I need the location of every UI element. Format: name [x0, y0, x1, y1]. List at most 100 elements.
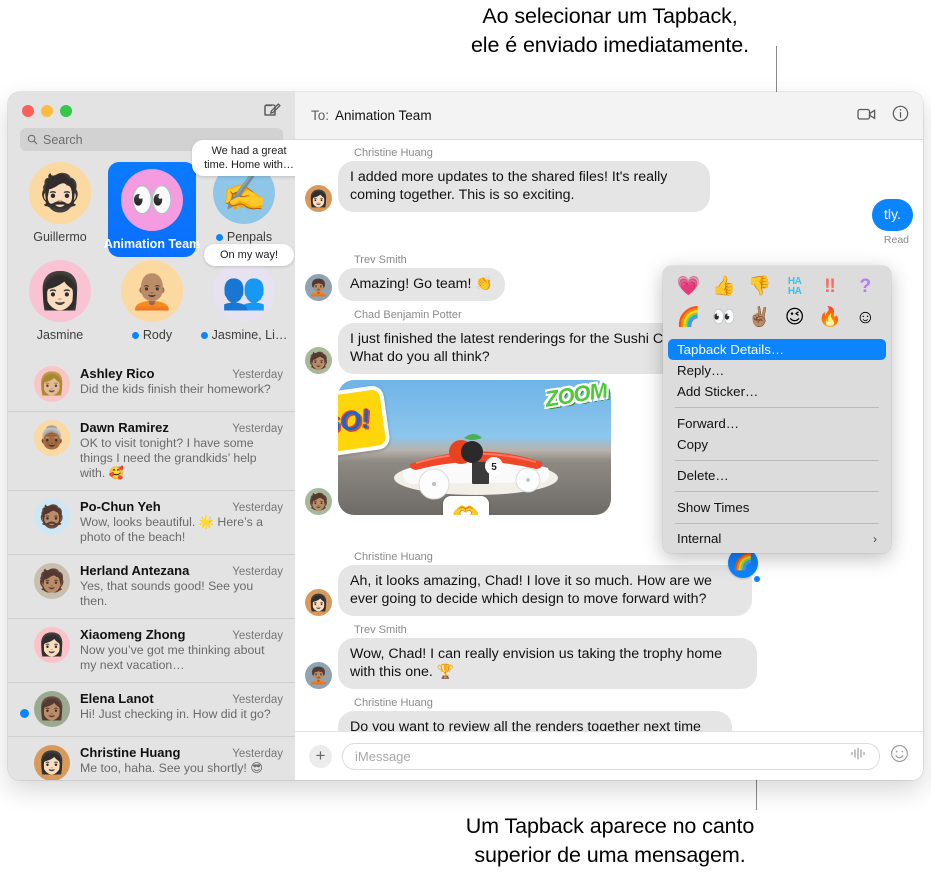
pinned-conversation-rody[interactable]: 🧑🏽‍🦲 Rody — [108, 260, 196, 342]
conversation-name: Dawn Ramirez — [80, 420, 169, 435]
unread-dot — [215, 233, 223, 241]
sticker-zoom[interactable]: ZOOM — [543, 380, 608, 413]
menu-item-delete[interactable]: Delete… — [663, 465, 891, 486]
pinned-conversation-label: Jasmine, Li… — [211, 328, 288, 342]
pinned-conversation-guillermo[interactable]: 🧔🏻 Guillermo — [16, 162, 104, 244]
conversation-list-item[interactable]: 👵🏾 Dawn Ramirez Yesterday OK to visit tonig… — [8, 412, 295, 491]
pinned-preview-bubble: On my way! — [204, 244, 294, 266]
search-icon — [27, 134, 38, 145]
menu-item-label: Delete… — [677, 468, 729, 483]
info-icon[interactable] — [892, 105, 909, 127]
conversation-name: Christine Huang — [80, 745, 181, 760]
tapback-question-icon[interactable]: ? — [852, 274, 878, 299]
tapback-fire-icon[interactable]: 🔥 — [817, 305, 843, 330]
menu-separator — [675, 491, 879, 492]
conversation-list-item[interactable]: 👩🏻 Xiaomeng Zhong Yesterday Now you’ve got … — [8, 619, 295, 683]
conversation-body: Christine Huang Yesterday Me too, haha. Se… — [80, 745, 283, 776]
menu-item-add-sticker[interactable]: Add Sticker… — [663, 381, 891, 402]
conversation-list-item[interactable]: 👩🏻 Christine Huang Yesterday Me too, haha. … — [8, 737, 295, 780]
conversation-snippet: OK to visit tonight? I have some things … — [80, 436, 257, 480]
menu-item-internal[interactable]: Internal › — [663, 528, 891, 549]
message-bubble[interactable]: Amazing! Go team! 👏 — [338, 268, 506, 301]
menu-item-label: Add Sticker… — [677, 384, 759, 399]
message: Christine Huang 👩🏻 Ah, it looks amazing, C… — [295, 548, 923, 616]
pinned-conversation-animation-team[interactable]: 👀 Animation Team — [104, 162, 200, 257]
minimize-window-button[interactable] — [41, 105, 53, 117]
tapback-wink-icon[interactable]: 😉 — [782, 305, 808, 330]
tapback-thumbs-up-icon[interactable]: 👍 — [711, 274, 737, 299]
add-attachment-button[interactable]: + — [309, 744, 332, 768]
message-input-bar: + iMessage — [295, 731, 923, 780]
photo-bubble[interactable]: 5 GO! ZOOM 🫶 — [338, 380, 611, 515]
maximize-window-button[interactable] — [60, 105, 72, 117]
conversation-header-row: Xiaomeng Zhong Yesterday — [80, 627, 283, 642]
menu-item-copy[interactable]: Copy — [663, 434, 891, 455]
emoji-smiley-icon[interactable] — [890, 744, 909, 768]
conversation-list-item[interactable]: 🧑🏽 Herland Antezana Yesterday Yes, that sou… — [8, 555, 295, 619]
tapback-context-menu[interactable]: 💗 👍 👎 HA HA ‼? 🌈 👀 ✌🏽 😉 🔥 ☺ Tapback Details… Reply…… — [663, 266, 891, 553]
pinned-conversation-jasmine[interactable]: 👩🏻 Jasmine — [16, 260, 104, 342]
context-menu-items: Tapback Details… Reply… Add Sticker… Forwar… — [663, 339, 891, 549]
tapback-eyes-icon[interactable]: 👀 — [711, 305, 737, 330]
pinned-conversation-jasmine-li[interactable]: On my way! 👥 Jasmine, Li… — [200, 244, 294, 342]
avatar: 🧑🏽‍🦱 — [305, 274, 332, 301]
outgoing-message-partial: tly. Read — [871, 199, 913, 246]
pinned-label-row: Animation Team — [104, 237, 200, 251]
conversation-list-item[interactable]: 👩🏽 Elena Lanot Yesterday Hi! Just checking … — [8, 683, 295, 737]
tapback-rainbow-icon[interactable]: 🌈 — [676, 305, 702, 330]
messages-window: Search 🧔🏻 Guillermo 👀 Animation Team We had … — [8, 92, 923, 780]
search-placeholder: Search — [43, 132, 83, 147]
conversation-list-item[interactable]: 👩🏼 Ashley Rico Yesterday Did the kids finis… — [8, 358, 295, 412]
conversation-snippet: Now you’ve got me thinking about my next… — [80, 643, 265, 672]
menu-item-tapback-details[interactable]: Tapback Details… — [668, 339, 886, 360]
pinned-label-row: Guillermo — [16, 230, 104, 244]
audio-waveform-icon[interactable] — [850, 747, 867, 765]
close-window-button[interactable] — [22, 105, 34, 117]
conversation-name: Elena Lanot — [80, 691, 154, 706]
conversation-header-row: Elena Lanot Yesterday — [80, 691, 283, 706]
message-input-field[interactable]: iMessage — [342, 742, 880, 770]
tapback-exclamation-icon[interactable]: ‼ — [817, 274, 843, 299]
message-bubble[interactable]: Ah, it looks amazing, Chad! I love it so… — [338, 548, 760, 616]
tapback-peace-sign-icon[interactable]: ✌🏽 — [746, 305, 772, 330]
outgoing-bubble-text[interactable]: tly. — [871, 199, 913, 231]
video-camera-icon[interactable] — [857, 107, 876, 126]
avatar: 🧑🏽‍🦱 — [305, 662, 332, 689]
message-row: 👩🏻Do you want to review all the renders … — [305, 711, 923, 732]
sticker-go[interactable]: GO! — [338, 384, 392, 460]
pinned-conversation-penpals[interactable]: We had a great time. Home with… ✍️ Penpals — [192, 140, 295, 244]
avatar: 👩🏻 — [34, 745, 70, 780]
conversation-body: Dawn Ramirez Yesterday OK to visit tonight… — [80, 420, 283, 481]
tapback-heart-icon[interactable]: 💗 — [676, 274, 702, 299]
avatar: 🧔🏻 — [29, 162, 91, 224]
tapback-haha-icon[interactable]: HA HA — [782, 274, 808, 299]
conversation-snippet: Yes, that sounds good! See you then. — [80, 579, 254, 608]
recipient-name[interactable]: Animation Team — [335, 108, 432, 123]
menu-item-show-times[interactable]: Show Times — [663, 497, 891, 518]
menu-item-label: Internal — [677, 531, 722, 546]
callout-bottom-line1: Um Tapback aparece no canto — [465, 814, 755, 838]
pinned-conversation-label: Jasmine — [36, 328, 84, 342]
menu-item-label: Show Times — [677, 499, 750, 515]
message-sender-name: Trev Smith — [354, 624, 407, 636]
menu-item-forward[interactable]: Forward… — [663, 413, 891, 434]
conversation-snippet: Did the kids finish their homework? — [80, 382, 271, 396]
sticker-heart-hands[interactable]: 🫶 — [443, 496, 489, 515]
message-bubble[interactable]: I added more updates to the shared files… — [338, 161, 710, 212]
pinned-conversation-label: Rody — [142, 328, 173, 342]
tapback-thumbs-down-icon[interactable]: 👎 — [746, 274, 772, 299]
callout-bottom-line2: superior de uma mensagem. — [474, 843, 746, 867]
compose-icon[interactable] — [262, 100, 282, 120]
conversation-body: Herland Antezana Yesterday Yes, that sound… — [80, 563, 283, 609]
conversation-timestamp: Yesterday — [232, 423, 283, 435]
message-bubble[interactable]: Do you want to review all the renders to… — [338, 711, 732, 732]
pinned-conversation-label: Guillermo — [33, 230, 87, 244]
conversation-header-row: Ashley Rico Yesterday — [80, 366, 283, 381]
tapback-smiley-icon[interactable]: ☺ — [852, 305, 878, 330]
message-bubble[interactable]: Wow, Chad! I can really envision us taki… — [338, 638, 757, 689]
conversation-body: Ashley Rico Yesterday Did the kids finish … — [80, 366, 283, 397]
menu-item-reply[interactable]: Reply… — [663, 360, 891, 381]
callout-top: Ao selecionar um Tapback, ele é enviado … — [330, 2, 890, 60]
message-sender-name: Trev Smith — [354, 254, 407, 266]
conversation-list-item[interactable]: 🧔🏽 Po-Chun Yeh Yesterday Wow, looks beautif… — [8, 491, 295, 555]
